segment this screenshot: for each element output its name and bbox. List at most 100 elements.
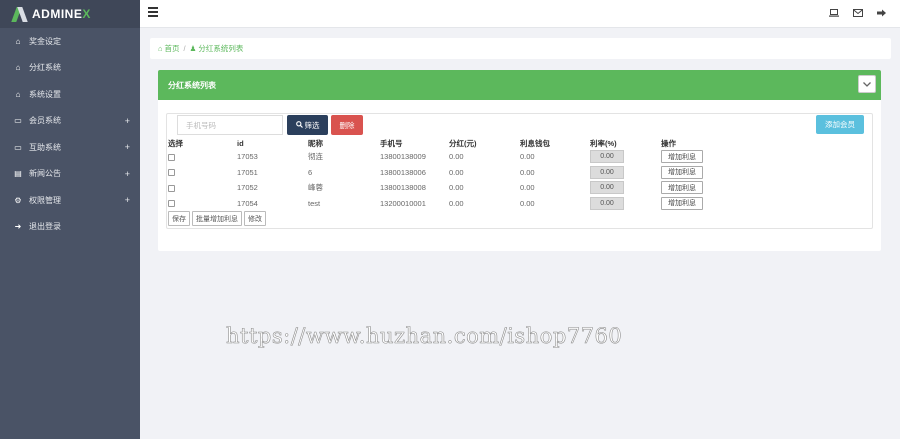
- rate-input[interactable]: 0.00: [590, 165, 624, 179]
- table-row: 17051 6 13800138006 0.00 0.00 0.00 增加利息: [168, 165, 721, 181]
- sidebar-menu: ⌂ 奖金设定 ⌂ 分红系统 ⌂ 系统设置 ▭ 会员系统 + ▭ 互助系统 + ▤ 新闻公告 + ⚙ 权限管理 + ➜…: [0, 28, 140, 240]
- cell-id: 17053: [237, 152, 258, 162]
- laptop-icon[interactable]: [829, 9, 839, 19]
- table-row: 17052 峰蓉 13800138008 0.00 0.00 0.00 增加利息: [168, 180, 721, 196]
- cell-phone: 13800138009: [380, 152, 426, 162]
- sidebar-item[interactable]: ▭ 会员系统 +: [0, 108, 140, 135]
- row-checkbox[interactable]: [168, 169, 175, 177]
- breadcrumb-current: 分红系统列表: [198, 44, 244, 53]
- watermark: https://www.huzhan.com/ishop7760: [226, 324, 623, 349]
- breadcrumb-home[interactable]: 首页: [165, 43, 180, 54]
- envelope-icon[interactable]: [853, 9, 863, 19]
- cogs-icon: ⚙: [14, 195, 22, 205]
- column-header: 利率(%): [590, 139, 617, 148]
- row-checkbox[interactable]: [168, 184, 175, 192]
- plus-icon: +: [124, 142, 130, 153]
- plus-icon: +: [124, 195, 130, 206]
- add-interest-button-cell: 增加利息: [661, 180, 721, 196]
- breadcrumb: ⌂ 首页 / ♟ 分红系统列表: [150, 38, 891, 59]
- rate-input[interactable]: 0.00: [590, 181, 624, 195]
- batch-add-interest-button[interactable]: 批量增加利息: [192, 211, 242, 226]
- sidebar-item[interactable]: ⌂ 系统设置: [0, 81, 140, 108]
- cell-phone: 13800138006: [380, 167, 426, 177]
- add-interest-button[interactable]: 增加利息: [661, 196, 703, 210]
- sidebar: ADMINEX ⌂ 奖金设定 ⌂ 分红系统 ⌂ 系统设置 ▭ 会员系统 + ▭ 互助系统 + ▤ 新闻公告…: [0, 0, 140, 439]
- laptop-icon: ▭: [14, 142, 22, 152]
- rate-input-cell: 0.00: [590, 149, 661, 165]
- column-header: id: [237, 139, 244, 148]
- add-interest-button[interactable]: 增加利息: [661, 181, 703, 195]
- cell-nickname: 6: [308, 167, 313, 177]
- top-actions: [829, 9, 886, 19]
- sign-out-icon: ➜: [14, 222, 22, 232]
- sidebar-item[interactable]: ➜ 退出登录: [0, 214, 140, 241]
- save-button[interactable]: 保存: [168, 211, 190, 226]
- sign-out-icon[interactable]: [877, 9, 886, 19]
- sidebar-item[interactable]: ▭ 互助系统 +: [0, 134, 140, 161]
- add-interest-button-cell: 增加利息: [661, 165, 721, 181]
- home-icon: ⌂: [15, 89, 21, 99]
- rate-input[interactable]: 0.00: [590, 196, 624, 210]
- brand[interactable]: ADMINEX: [0, 0, 140, 28]
- brand-name: ADMINEX: [32, 7, 91, 21]
- cell-wallet: 0.00: [520, 198, 535, 208]
- edit-button[interactable]: 修改: [244, 211, 266, 226]
- column-header: 利息钱包: [520, 139, 550, 148]
- chevron-down-icon: [863, 80, 871, 89]
- breadcrumb-separator: /: [183, 44, 186, 53]
- column-header: 昵称: [308, 139, 323, 148]
- sidebar-item-label: 新闻公告: [29, 169, 61, 179]
- filter-button-label: 筛选: [304, 120, 320, 130]
- plus-icon: +: [124, 115, 130, 126]
- filter-button[interactable]: 筛选: [287, 115, 328, 135]
- add-interest-button-cell: 增加利息: [661, 149, 721, 165]
- rate-input[interactable]: 0.00: [590, 150, 624, 164]
- search-icon: [295, 120, 303, 130]
- user-icon: ♟: [189, 44, 197, 53]
- cell-phone: 13200010001: [380, 198, 426, 208]
- cell-nickname: 峰蓉: [308, 183, 323, 193]
- menu-toggle-icon[interactable]: [148, 7, 158, 17]
- table-header-row: 选择 id 昵称 手机号 分红(元) 利息钱包 利率(%) 操作: [168, 138, 721, 149]
- plus-icon: +: [124, 168, 130, 179]
- rate-input-cell: 0.00: [590, 165, 661, 181]
- sidebar-item-label: 会员系统: [29, 116, 61, 126]
- sidebar-item[interactable]: ⌂ 分红系统: [0, 55, 140, 82]
- sidebar-item[interactable]: ⚙ 权限管理 +: [0, 187, 140, 214]
- cell-phone: 13800138008: [380, 183, 426, 193]
- dividend-table: 选择 id 昵称 手机号 分红(元) 利息钱包 利率(%) 操作 17053 彻连…: [168, 138, 721, 211]
- row-checkbox[interactable]: [168, 153, 175, 161]
- cell-wallet: 0.00: [520, 167, 535, 177]
- collapse-button[interactable]: [858, 75, 876, 93]
- sidebar-item[interactable]: ▤ 新闻公告 +: [0, 161, 140, 188]
- newspaper-icon: ▤: [14, 169, 22, 179]
- column-header: 手机号: [380, 139, 403, 148]
- cell-dividend: 0.00: [449, 152, 464, 162]
- column-header: 选择: [168, 139, 183, 148]
- home-icon: ⌂: [15, 63, 21, 73]
- sidebar-item-label: 系统设置: [29, 89, 61, 99]
- rate-input-cell: 0.00: [590, 196, 661, 212]
- delete-button[interactable]: 删除: [331, 115, 363, 135]
- table-row: 17054 test 13200010001 0.00 0.00 0.00 增加利息: [168, 196, 721, 212]
- row-checkbox[interactable]: [168, 200, 175, 208]
- add-member-button[interactable]: 添加会员: [816, 115, 864, 134]
- sidebar-item-label: 奖金设定: [29, 36, 61, 46]
- sidebar-item-label: 分红系统: [29, 63, 61, 73]
- sidebar-item-label: 互助系统: [29, 142, 61, 152]
- cell-dividend: 0.00: [449, 167, 464, 177]
- row-checkbox-cell: [168, 149, 237, 165]
- cell-nickname: test: [308, 198, 321, 208]
- sidebar-item[interactable]: ⌂ 奖金设定: [0, 28, 140, 55]
- bottom-actions: 保存 批量增加利息 修改: [168, 211, 266, 226]
- add-interest-button[interactable]: 增加利息: [661, 165, 703, 179]
- laptop-icon: ▭: [14, 116, 22, 126]
- add-interest-button[interactable]: 增加利息: [661, 150, 703, 164]
- panel-header: 分红系统列表: [158, 70, 881, 100]
- row-checkbox-cell: [168, 196, 237, 212]
- phone-search-input[interactable]: [177, 115, 283, 135]
- cell-wallet: 0.00: [520, 152, 535, 162]
- cell-nickname: 彻连: [308, 152, 323, 162]
- column-header: 操作: [661, 139, 676, 148]
- panel-title: 分红系统列表: [168, 80, 216, 90]
